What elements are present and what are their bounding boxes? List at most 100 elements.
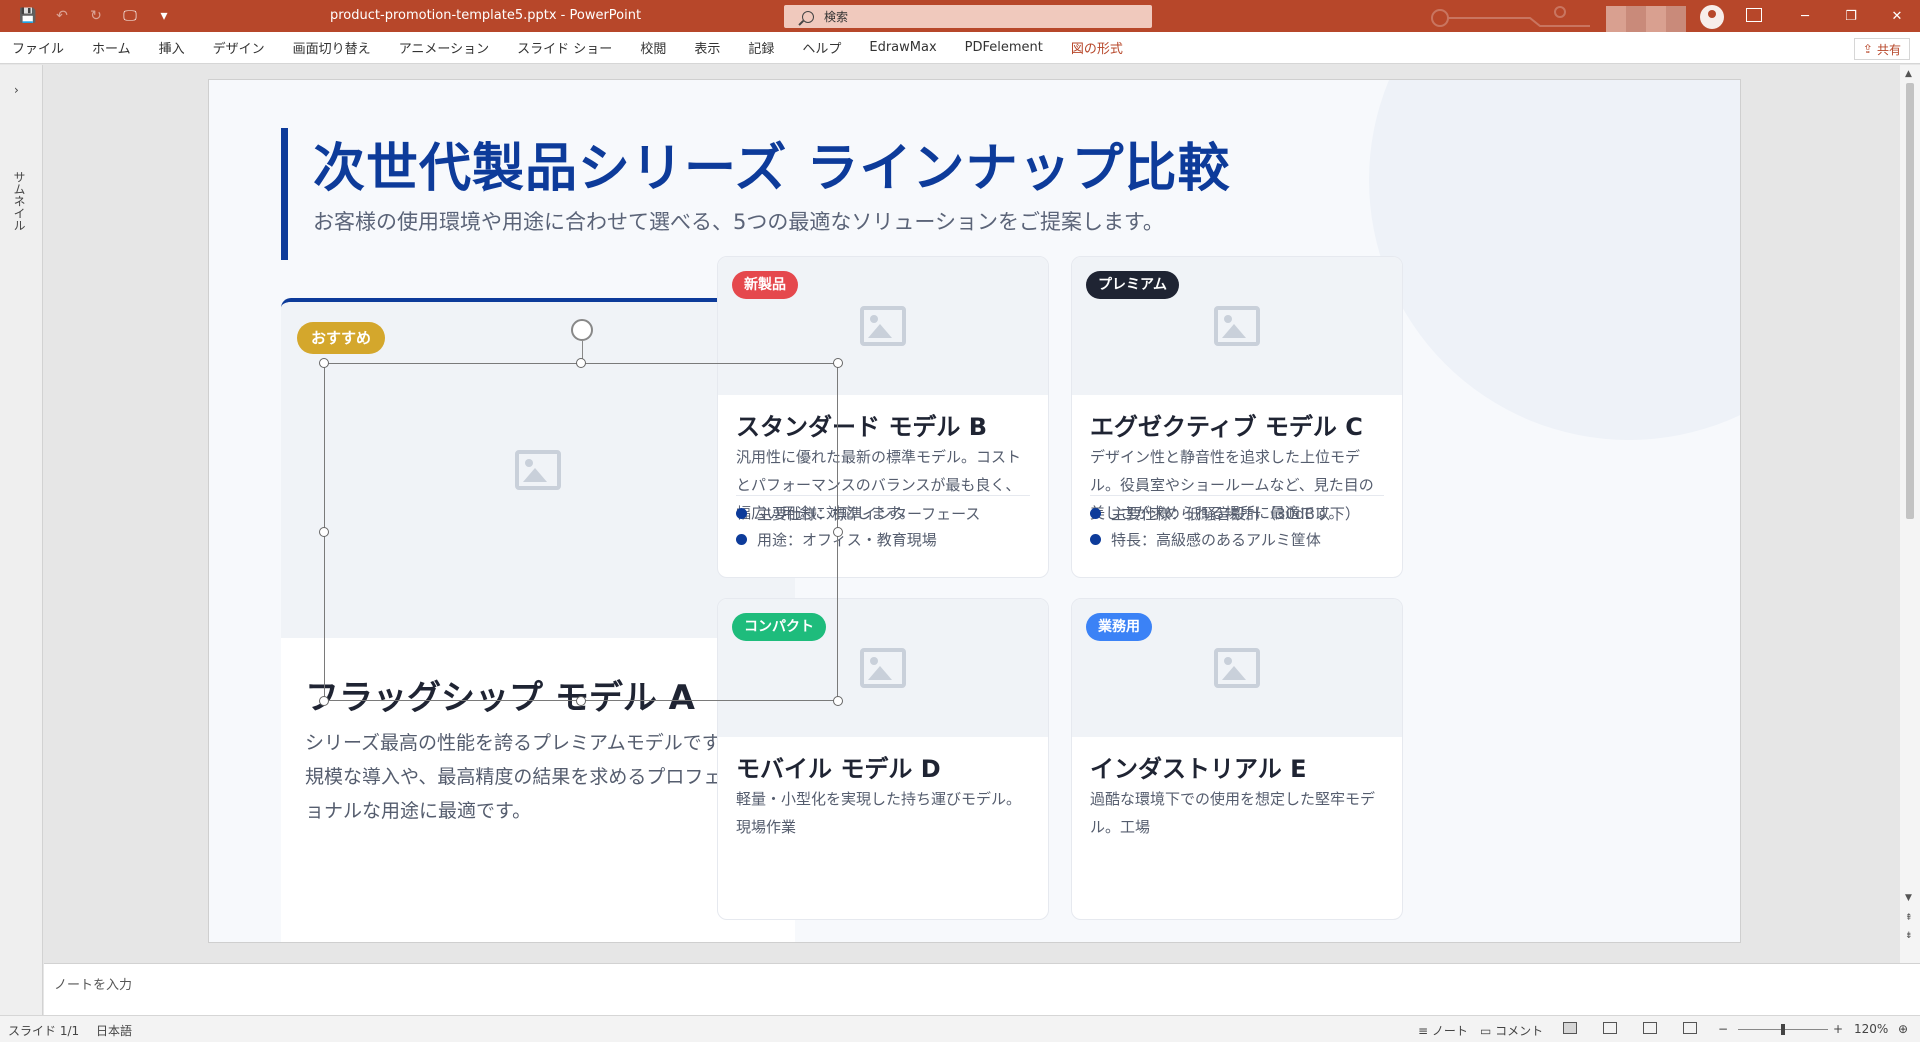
tab-pdfelement[interactable]: PDFelement	[965, 40, 1043, 55]
resize-handle-n[interactable]	[576, 358, 586, 368]
badge-business: 業務用	[1086, 613, 1152, 641]
card-title[interactable]: スタンダード モデル B	[736, 407, 987, 442]
user-avatar-icon[interactable]	[1700, 5, 1724, 29]
save-icon[interactable]: 💾	[18, 6, 38, 26]
thumbnails-label[interactable]: サムネイル	[11, 171, 28, 231]
tab-view[interactable]: 表示	[694, 38, 720, 57]
tab-home[interactable]: ホーム	[92, 38, 131, 57]
notes-label: ノート	[1431, 1024, 1468, 1038]
spec-text: 主要仕様：低騒音設計（30dB以下）	[1111, 505, 1360, 523]
restore-button[interactable]: ❐	[1828, 0, 1874, 32]
notes-pane[interactable]: ノートを入力	[44, 963, 1920, 1015]
product-card-d[interactable]: コンパクト モバイル モデル D 軽量・小型化を実現した持ち運びモデル。現場作業	[717, 598, 1049, 920]
slide-indicator: スライド 1/1	[8, 1024, 80, 1038]
tab-picture-format[interactable]: 図の形式	[1071, 38, 1123, 57]
share-icon: ⇪	[1862, 42, 1873, 56]
tab-design[interactable]: デザイン	[213, 38, 265, 57]
ribbon-display-options-icon[interactable]	[1746, 8, 1762, 22]
spec-item[interactable]: 特長：高級感のあるアルミ筐体	[1090, 529, 1321, 550]
slideshow-view-icon[interactable]	[1683, 1022, 1697, 1034]
notes-button[interactable]: ≡ ノート	[1418, 1022, 1468, 1039]
present-icon[interactable]: 🖵	[120, 6, 140, 26]
background-circle	[1369, 80, 1740, 440]
minimize-button[interactable]: ─	[1782, 0, 1828, 32]
product-card-c[interactable]: プレミアム エグゼクティブ モデル C デザイン性と静音性を追求した上位モデル。…	[1071, 256, 1403, 578]
tab-record[interactable]: 記録	[748, 38, 774, 57]
resize-handle-w[interactable]	[319, 527, 329, 537]
previous-slide-icon[interactable]: ⇞	[1905, 913, 1913, 923]
spec-item[interactable]: 主要仕様：標準インターフェース	[736, 503, 980, 524]
card-title[interactable]: インダストリアル E	[1090, 749, 1307, 784]
scroll-thumb[interactable]	[1906, 83, 1914, 519]
notes-icon: ≡	[1418, 1024, 1429, 1038]
slide-1[interactable]: 次世代製品シリーズ ラインナップ比較 お客様の使用環境や用途に合わせて選べる、5…	[208, 79, 1741, 943]
reading-view-icon[interactable]	[1643, 1022, 1657, 1034]
resize-handle-sw[interactable]	[319, 696, 329, 706]
resize-handle-se[interactable]	[833, 696, 843, 706]
title-bar: 💾 ↶ ↻ 🖵 ▾ product-promotion-template5.pp…	[0, 0, 1920, 36]
tab-review[interactable]: 校閲	[640, 38, 666, 57]
tab-edrawmax[interactable]: EdrawMax	[869, 40, 936, 55]
badge-recommended: おすすめ	[297, 322, 386, 354]
expand-thumbnails-icon[interactable]: ›	[14, 83, 19, 97]
comments-button[interactable]: ▭ コメント	[1480, 1022, 1543, 1039]
zoom-in-button[interactable]: +	[1833, 1022, 1843, 1036]
product-card-e[interactable]: 業務用 インダストリアル E 過酷な環境下での使用を想定した堅牢モデル。工場	[1071, 598, 1403, 920]
close-button[interactable]: ✕	[1874, 0, 1920, 32]
zoom-out-button[interactable]: −	[1718, 1022, 1728, 1036]
card-divider	[1090, 495, 1384, 496]
resize-handle-e[interactable]	[833, 527, 843, 537]
badge-premium: プレミアム	[1086, 271, 1180, 299]
product-card-b[interactable]: 新製品 スタンダード モデル B 汎用性に優れた最新の標準モデル。コストとパフォ…	[717, 256, 1049, 578]
spec-item[interactable]: 主要仕様：低騒音設計（30dB以下）	[1090, 503, 1360, 524]
tab-file[interactable]: ファイル	[12, 38, 64, 57]
rotation-handle-icon[interactable]	[571, 319, 593, 341]
language-indicator[interactable]: 日本語	[96, 1022, 132, 1039]
normal-view-icon[interactable]	[1563, 1022, 1577, 1034]
bullet-icon	[736, 508, 747, 519]
tab-slideshow[interactable]: スライド ショー	[517, 38, 612, 57]
card-description[interactable]: 軽量・小型化を実現した持ち運びモデル。現場作業	[736, 785, 1030, 841]
search-icon	[802, 10, 814, 23]
undo-icon[interactable]: ↶	[52, 6, 72, 26]
tab-animations[interactable]: アニメーション	[399, 38, 489, 57]
comments-label: コメント	[1495, 1024, 1544, 1038]
circuit-decoration-icon	[1431, 6, 1590, 27]
slide-title[interactable]: 次世代製品シリーズ ラインナップ比較	[313, 126, 1231, 201]
notes-placeholder: ノートを入力	[54, 978, 133, 993]
resize-handle-s[interactable]	[576, 696, 586, 706]
fit-to-window-icon[interactable]: ⊕	[1898, 1022, 1908, 1036]
slide-sorter-icon[interactable]	[1603, 1022, 1617, 1034]
tab-transitions[interactable]: 画面切り替え	[293, 38, 371, 57]
quick-access-toolbar: 💾 ↶ ↻ 🖵 ▾	[0, 0, 174, 32]
zoom-level[interactable]: 120%	[1854, 1022, 1888, 1036]
card-description[interactable]: 過酷な環境下での使用を想定した堅牢モデル。工場	[1090, 785, 1384, 841]
customize-qat-icon[interactable]: ▾	[154, 6, 174, 26]
image-placeholder-icon	[860, 306, 906, 346]
resize-handle-nw[interactable]	[319, 358, 329, 368]
title-accent-bar[interactable]	[281, 128, 288, 260]
card-title[interactable]: モバイル モデル D	[736, 749, 941, 784]
card-divider	[736, 495, 1030, 496]
next-slide-icon[interactable]: ⇟	[1905, 931, 1913, 941]
scroll-up-icon[interactable]: ▲	[1905, 69, 1912, 79]
vertical-scrollbar[interactable]: ▲ ▼ ⇞ ⇟	[1900, 65, 1920, 963]
resize-handle-ne[interactable]	[833, 358, 843, 368]
image-placeholder-icon	[1214, 306, 1260, 346]
tab-insert[interactable]: 挿入	[159, 38, 185, 57]
window-controls: ─ ❐ ✕	[1782, 0, 1920, 32]
image-placeholder-icon	[1214, 648, 1260, 688]
scroll-down-icon[interactable]: ▼	[1905, 893, 1912, 903]
redo-icon[interactable]: ↻	[86, 6, 106, 26]
zoom-slider-knob[interactable]	[1781, 1024, 1785, 1035]
tab-help[interactable]: ヘルプ	[802, 38, 841, 57]
slide-subtitle[interactable]: お客様の使用環境や用途に合わせて選べる、5つの最適なソリューションをご提案します…	[313, 206, 1164, 236]
share-label: 共有	[1876, 42, 1901, 57]
featured-description[interactable]: シリーズ最高の性能を誇るプレミアムモデルです。大規模な導入や、最高精度の結果を求…	[305, 726, 771, 828]
document-title: product-promotion-template5.pptx - Power…	[330, 8, 642, 23]
card-title[interactable]: エグゼクティブ モデル C	[1090, 407, 1363, 442]
share-button[interactable]: ⇪ 共有	[1853, 38, 1910, 60]
slide-canvas[interactable]: 次世代製品シリーズ ラインナップ比較 お客様の使用環境や用途に合わせて選べる、5…	[44, 65, 1899, 963]
search-box[interactable]: 検索	[784, 5, 1152, 28]
featured-title[interactable]: フラッグシップ モデル A	[305, 670, 695, 719]
